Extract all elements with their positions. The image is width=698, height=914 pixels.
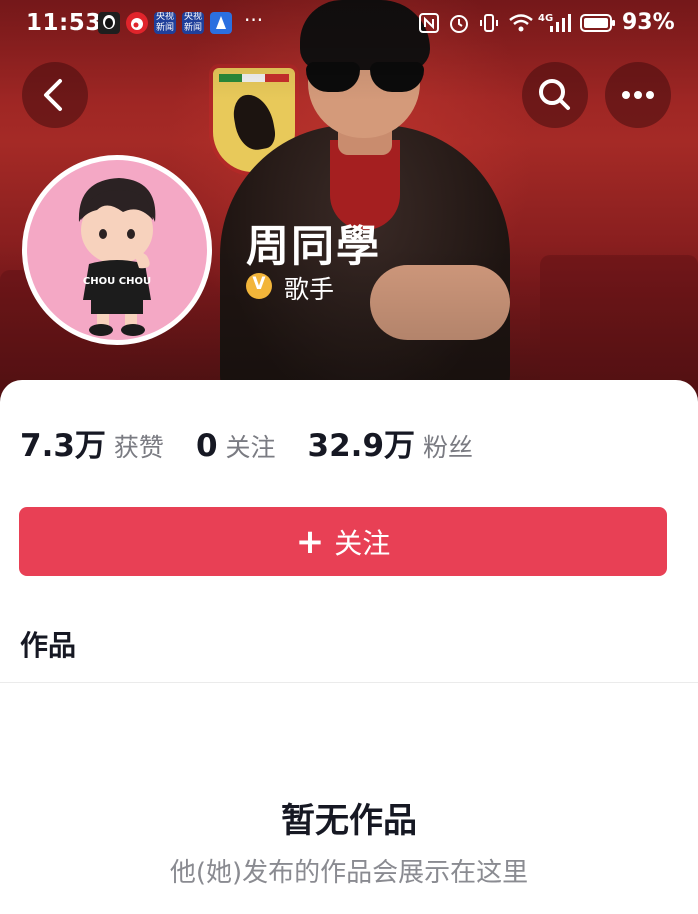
search-icon: [539, 79, 570, 110]
alarm-icon: [448, 12, 470, 38]
empty-state-subtitle: 他(她)发布的作品会展示在这里: [169, 858, 529, 888]
status-more-icon: ···: [244, 8, 264, 32]
tab-works[interactable]: 作品: [20, 624, 76, 664]
avatar-shirt-text: CHOU CHOU: [83, 276, 151, 287]
weibo-icon: [126, 12, 148, 34]
status-time: 11:53: [26, 10, 102, 36]
verified-icon: V: [246, 273, 272, 299]
more-button[interactable]: [605, 62, 671, 128]
stat-followers[interactable]: 32.9万 粉丝: [308, 420, 474, 465]
cctv-news-icon: 央视新闻: [154, 12, 176, 34]
stat-following-value: 0: [195, 428, 218, 464]
vibrate-icon: [478, 12, 500, 38]
stat-followers-label: 粉丝: [423, 433, 474, 462]
stat-likes[interactable]: 7.3万 获赞: [20, 420, 164, 465]
avatar-figure-illustration: CHOU CHOU: [78, 178, 156, 336]
avatar[interactable]: CHOU CHOU: [22, 155, 212, 345]
stat-following-label: 关注: [225, 433, 276, 462]
plus-icon: +: [295, 521, 325, 562]
cctv-news-icon: 央视新闻: [182, 12, 204, 34]
search-button[interactable]: [522, 62, 588, 128]
battery-icon: [580, 12, 616, 38]
tab-divider: [0, 682, 698, 683]
profile-name: 周同學: [246, 222, 381, 272]
stat-following[interactable]: 0 关注: [196, 428, 276, 464]
battery-percent: 93%: [622, 10, 675, 35]
profile-stats: 7.3万 获赞 0 关注 32.9万 粉丝: [20, 420, 505, 464]
wifi-icon: [508, 12, 534, 38]
stat-likes-label: 获赞: [113, 433, 164, 462]
empty-state-title: 暂无作品: [281, 801, 417, 841]
follow-button[interactable]: + 关注: [19, 507, 667, 576]
back-arrow-icon: [44, 79, 62, 111]
stat-likes-value: 7.3万: [20, 428, 106, 464]
stat-followers-value: 32.9万: [307, 428, 416, 464]
signal-icon: [548, 12, 572, 38]
status-bar: 11:53 央视新闻 央视新闻 ··· 4G 93%: [0, 0, 698, 50]
app-icon: [210, 12, 232, 34]
nfc-icon: [418, 12, 440, 38]
more-dots-icon: [622, 91, 654, 99]
profile-role: 歌手: [284, 275, 335, 304]
qq-icon: [98, 12, 120, 34]
follow-button-label: 关注: [334, 526, 391, 560]
back-button[interactable]: [22, 62, 88, 128]
